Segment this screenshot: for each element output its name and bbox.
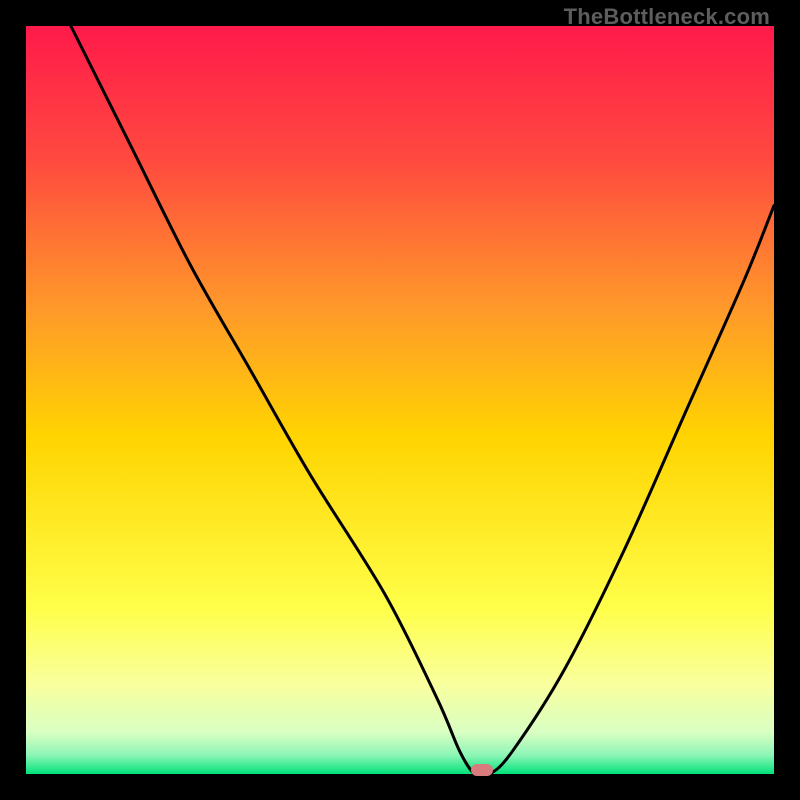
chart-root: TheBottleneck.com (0, 0, 800, 800)
optimum-marker (471, 764, 493, 776)
chart-svg (26, 26, 774, 774)
plot-area (26, 26, 774, 774)
gradient-background (26, 26, 774, 774)
